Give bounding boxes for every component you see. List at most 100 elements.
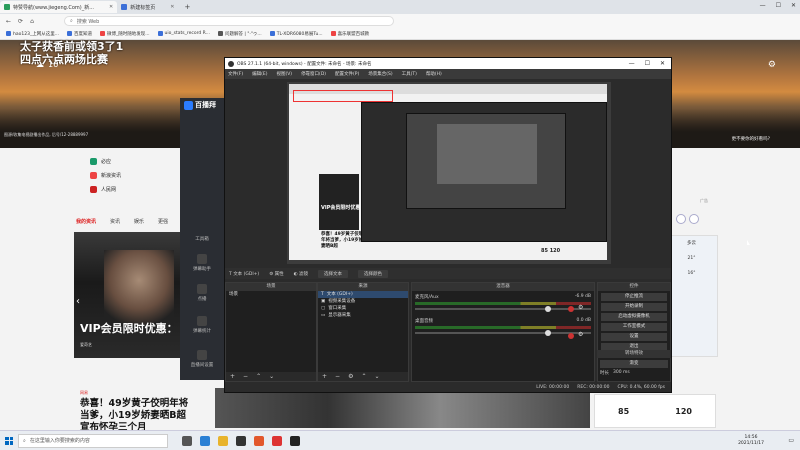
bookmark-item[interactable]: hao123_上网从这里... bbox=[6, 31, 59, 37]
bookmark-item[interactable]: 喜乐联盟百城教 bbox=[330, 31, 369, 37]
quick-link[interactable]: 必应 bbox=[90, 158, 121, 165]
scene-item[interactable]: 场景 bbox=[226, 291, 316, 298]
source-item[interactable]: ▣ 视频采集设备 bbox=[318, 298, 408, 305]
browser-tab[interactable]: 新建标签页 ✕ bbox=[117, 1, 178, 13]
close-tab-icon[interactable]: ✕ bbox=[109, 4, 113, 10]
move-up-icon[interactable]: ⌃ bbox=[256, 373, 261, 380]
menu-edit[interactable]: 编辑(E) bbox=[252, 71, 267, 77]
live-item-settings[interactable]: 直播间设置 bbox=[184, 350, 220, 368]
edge-icon[interactable] bbox=[200, 435, 210, 446]
live-item-stats[interactable]: 弹幕统计 bbox=[184, 316, 220, 334]
obs-taskbar-icon[interactable] bbox=[236, 435, 246, 446]
gear-icon[interactable]: ⚙ bbox=[578, 304, 583, 311]
address-input[interactable]: ⌕ 搜索 Web bbox=[64, 16, 394, 26]
live-item-danmu[interactable]: 弹幕助手 bbox=[184, 254, 220, 272]
news-headline[interactable]: 恭喜！49岁黄子佼明年将 当爹，小19岁娇妻晒B超 宣布怀孕三个月 bbox=[80, 398, 205, 434]
bookmark-item[interactable]: 问题解答 | "·"ゥ... bbox=[217, 31, 262, 37]
close-button[interactable]: ✕ bbox=[660, 60, 665, 67]
source-item[interactable]: ▭ 显示器采集 bbox=[318, 312, 408, 319]
quick-link[interactable]: 新浪资讯 bbox=[90, 172, 121, 179]
hero-weather[interactable]: ☁ 16° bbox=[36, 60, 62, 69]
volume-slider[interactable] bbox=[415, 306, 591, 312]
close-button[interactable]: ✕ bbox=[791, 2, 796, 9]
live-item-vod[interactable]: 点播 bbox=[184, 284, 220, 302]
bookmark-item[interactable]: 微博_随时随地发现... bbox=[100, 31, 150, 37]
news-image-strip[interactable] bbox=[215, 388, 590, 428]
news-tab[interactable]: 娱乐 bbox=[134, 218, 144, 225]
notification-icon[interactable]: ▭ bbox=[788, 437, 794, 444]
move-up-icon[interactable]: ⌃ bbox=[361, 373, 366, 380]
properties-button[interactable]: ⚙ 属性 bbox=[269, 271, 283, 277]
duration-input[interactable]: 300 ms bbox=[613, 370, 630, 376]
volume-slider[interactable] bbox=[415, 330, 591, 336]
mute-icon[interactable] bbox=[568, 333, 574, 339]
studio-mode-button[interactable]: 工作室模式 bbox=[601, 323, 667, 331]
maximize-button[interactable]: ☐ bbox=[776, 2, 781, 9]
settings-button[interactable]: 设置 bbox=[601, 333, 667, 341]
layout-toggle-button[interactable] bbox=[676, 214, 686, 224]
gear-icon[interactable]: ⚙ bbox=[578, 331, 583, 338]
start-recording-button[interactable]: 开始录制 bbox=[601, 303, 667, 311]
menu-tools[interactable]: 工具(T) bbox=[402, 71, 417, 77]
remove-icon[interactable]: − bbox=[243, 373, 248, 380]
hero-right-link[interactable]: 更不要你的好看吗? bbox=[732, 136, 770, 142]
bookmark-item[interactable]: 百度知道 bbox=[67, 31, 92, 37]
app-icon[interactable] bbox=[290, 435, 300, 446]
gear-icon[interactable]: ⚙ bbox=[768, 60, 776, 70]
app-icon[interactable] bbox=[272, 435, 282, 446]
news-tab[interactable]: 我的资讯 bbox=[76, 218, 96, 225]
source-item[interactable]: ▢ 窗口采集 bbox=[318, 305, 408, 312]
select-text-button[interactable]: 选择文本 bbox=[318, 269, 349, 278]
transition-select[interactable]: 渐变 bbox=[600, 360, 668, 368]
sports-score-card[interactable]: 85 120 bbox=[594, 394, 716, 428]
task-view-icon[interactable] bbox=[182, 435, 192, 446]
home-icon[interactable]: ⌂ bbox=[30, 18, 34, 25]
bookmark-item[interactable]: TL-XDR6080易展Tu... bbox=[269, 31, 323, 37]
move-down-icon[interactable]: ⌄ bbox=[374, 373, 379, 380]
select-color-button[interactable]: 选择颜色 bbox=[358, 269, 389, 278]
menu-scene-collection[interactable]: 场景集合(S) bbox=[368, 71, 392, 77]
app-icon[interactable] bbox=[254, 435, 264, 446]
nav-buttons: ← ⟳ ⌂ bbox=[0, 18, 50, 25]
stop-streaming-button[interactable]: 停止推流 bbox=[601, 293, 667, 301]
back-icon[interactable]: ← bbox=[6, 18, 11, 25]
filters-button[interactable]: ◐ 滤镜 bbox=[294, 271, 308, 277]
new-tab-button[interactable]: + bbox=[184, 3, 190, 11]
news-tab[interactable]: 更强 bbox=[158, 218, 168, 225]
mute-icon[interactable] bbox=[568, 306, 574, 312]
obs-preview[interactable]: VIP会员限时优惠 恭喜！49岁黄子佼明年将当爹，小19岁娇妻晒B超 85 12… bbox=[287, 82, 611, 264]
taskbar-clock[interactable]: 14:56 2021/11/17 bbox=[738, 435, 764, 447]
source-item[interactable]: T 文本 (GDI+) bbox=[318, 291, 408, 298]
slider-knob[interactable] bbox=[545, 330, 551, 336]
add-icon[interactable]: + bbox=[230, 373, 235, 380]
weather-card[interactable]: 多云 21° 16° bbox=[665, 235, 718, 357]
maximize-button[interactable]: ☐ bbox=[645, 60, 650, 67]
start-button[interactable] bbox=[0, 431, 18, 450]
gear-icon[interactable]: ⚙ bbox=[348, 373, 353, 380]
menu-help[interactable]: 帮助(H) bbox=[426, 71, 442, 77]
menu-profile[interactable]: 配置文件(P) bbox=[335, 71, 359, 77]
remove-icon[interactable]: − bbox=[335, 373, 340, 380]
slider-knob[interactable] bbox=[545, 306, 551, 312]
taskbar-apps bbox=[182, 435, 300, 446]
bookmark-icon bbox=[6, 31, 11, 36]
layout-toggle-button[interactable] bbox=[689, 214, 699, 224]
menu-file[interactable]: 文件(F) bbox=[228, 71, 243, 77]
move-down-icon[interactable]: ⌄ bbox=[269, 373, 274, 380]
quick-link[interactable]: 人民网 bbox=[90, 186, 121, 193]
browser-tab-active[interactable]: 特赞导航(www.jiegeng.Com)_新... ✕ bbox=[0, 1, 118, 13]
bookmark-item[interactable]: uio_stats_record R... bbox=[157, 31, 210, 36]
menu-view[interactable]: 视图(V) bbox=[276, 71, 292, 77]
menu-docks[interactable]: 停靠窗口(D) bbox=[301, 71, 326, 77]
news-tab[interactable]: 资讯 bbox=[110, 218, 120, 225]
minimize-button[interactable]: — bbox=[629, 60, 635, 67]
file-explorer-icon[interactable] bbox=[218, 435, 228, 446]
close-tab-icon[interactable]: ✕ bbox=[170, 4, 174, 10]
start-virtual-camera-button[interactable]: 启动虚拟摄像机 bbox=[601, 313, 667, 321]
minimize-button[interactable]: — bbox=[760, 2, 766, 9]
obs-menu-bar: 文件(F) 编辑(E) 视图(V) 停靠窗口(D) 配置文件(P) 场景集合(S… bbox=[225, 69, 671, 79]
refresh-icon[interactable]: ⟳ bbox=[18, 18, 23, 25]
add-icon[interactable]: + bbox=[322, 373, 327, 380]
chevron-left-icon[interactable]: ‹ bbox=[76, 296, 80, 307]
taskbar-search[interactable]: ⌕ 在这里输入你要搜索的内容 bbox=[18, 433, 168, 448]
